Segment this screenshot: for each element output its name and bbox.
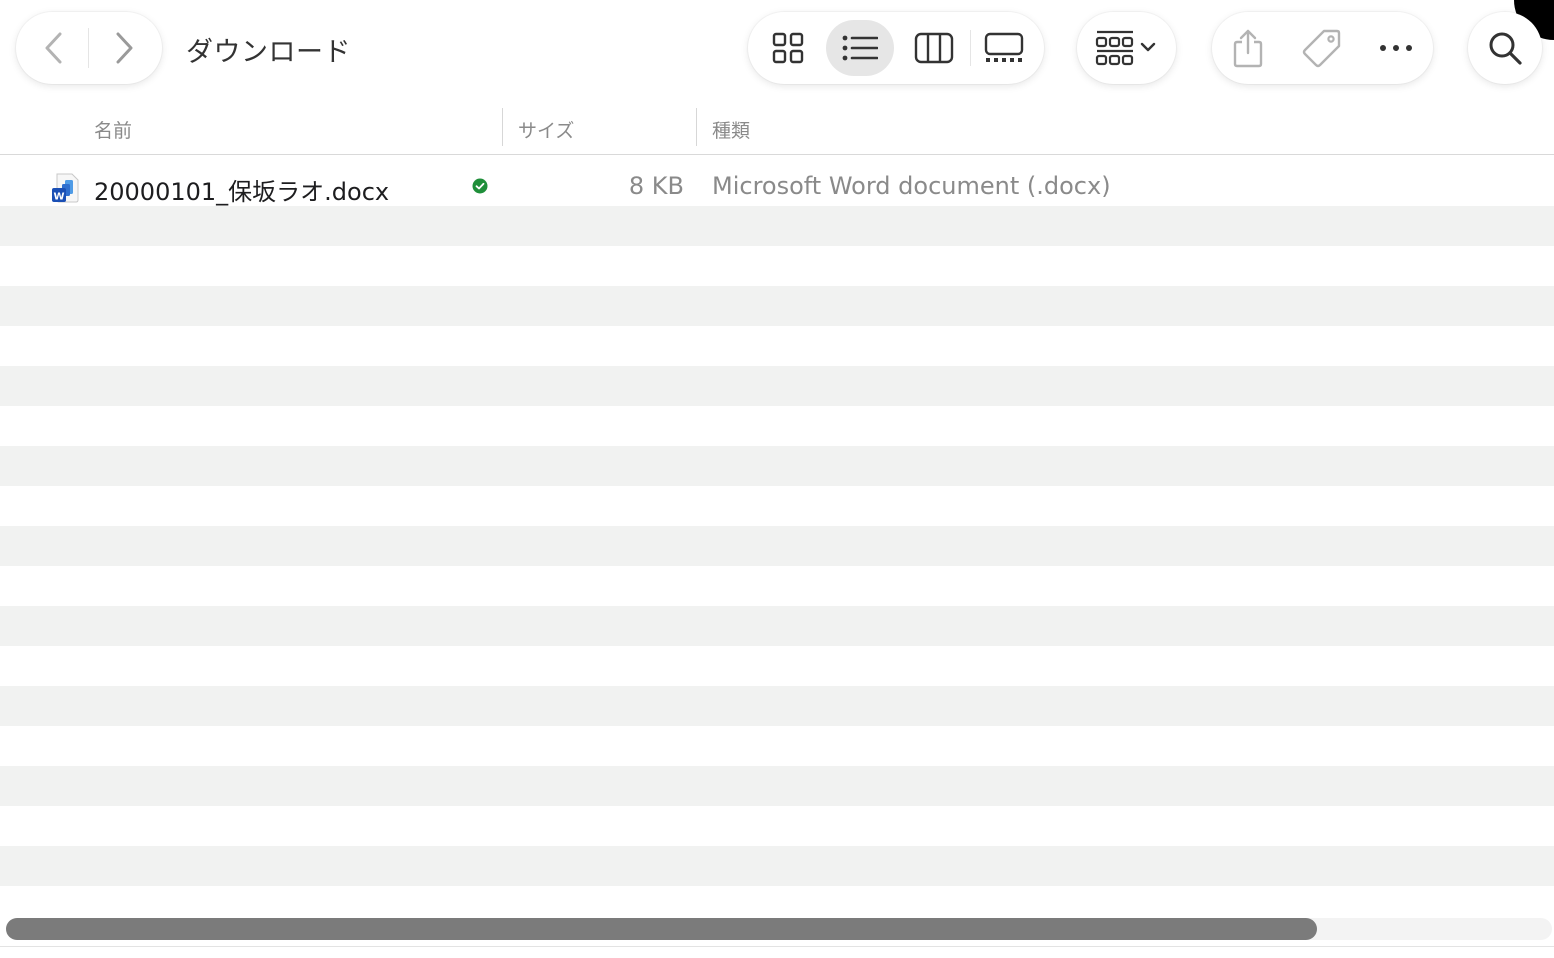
- group-by-control[interactable]: [1095, 28, 1159, 68]
- list-stripe: [0, 366, 1554, 406]
- list-stripe: [0, 686, 1554, 726]
- chevron-right-icon: [116, 32, 133, 64]
- share-icon: [1233, 29, 1263, 68]
- list-stripe: [0, 606, 1554, 646]
- bottom-divider: [0, 946, 1554, 947]
- column-header-size[interactable]: サイズ: [518, 116, 574, 143]
- list-stripe: [0, 766, 1554, 806]
- list-stripe: [0, 286, 1554, 326]
- group-by-icon: [1095, 30, 1156, 66]
- grid-view-icon: [772, 32, 804, 64]
- file-kind: Microsoft Word document (.docx): [712, 172, 1111, 200]
- list-view-button[interactable]: [838, 28, 882, 68]
- folder-title: ダウンロード: [186, 37, 351, 68]
- column-view-button[interactable]: [912, 28, 956, 68]
- column-headers: 名前 サイズ 種類: [0, 104, 1554, 155]
- column-view-icon: [914, 32, 954, 64]
- word-document-icon: W: [50, 172, 82, 204]
- svg-text:W: W: [53, 192, 64, 203]
- tag-icon: [1302, 29, 1341, 68]
- group-by-button[interactable]: [1077, 12, 1176, 84]
- column-header-kind[interactable]: 種類: [712, 116, 750, 143]
- file-list-background: [0, 166, 1554, 908]
- list-stripe: [0, 846, 1554, 886]
- grid-view-button[interactable]: [766, 28, 810, 68]
- gallery-view-icon: [984, 32, 1024, 62]
- forward-button[interactable]: [104, 28, 144, 68]
- nav-divider: [88, 28, 89, 68]
- list-stripe: [0, 206, 1554, 246]
- search-button[interactable]: [1468, 12, 1542, 84]
- file-size: 8 KB: [628, 172, 684, 200]
- horizontal-scrollbar-thumb[interactable]: [6, 918, 1317, 940]
- list-stripe: [0, 526, 1554, 566]
- toolbar: ダウンロード: [0, 0, 1554, 96]
- column-header-name[interactable]: 名前: [94, 116, 132, 143]
- view-divider: [970, 30, 971, 66]
- column-resize-handle[interactable]: [696, 108, 697, 146]
- share-button[interactable]: [1228, 26, 1268, 70]
- search-control[interactable]: [1485, 28, 1525, 68]
- synced-check-icon: [472, 178, 488, 194]
- column-resize-handle[interactable]: [502, 108, 503, 146]
- file-row[interactable]: W 20000101_保坂ラオ.docx 8 KB Microsoft Word…: [0, 166, 1554, 206]
- tag-button[interactable]: [1300, 28, 1344, 68]
- more-button[interactable]: [1376, 28, 1416, 68]
- view-mode-group: [748, 12, 1044, 84]
- chevron-left-icon: [45, 32, 62, 64]
- file-name: 20000101_保坂ラオ.docx: [94, 178, 390, 206]
- list-view-icon: [842, 35, 878, 61]
- actions-group: [1212, 12, 1433, 84]
- navigation-group: [16, 12, 162, 84]
- back-button[interactable]: [34, 28, 74, 68]
- gallery-view-button[interactable]: [982, 28, 1026, 68]
- search-icon: [1489, 32, 1522, 65]
- ellipsis-icon: [1380, 45, 1412, 51]
- list-stripe: [0, 446, 1554, 486]
